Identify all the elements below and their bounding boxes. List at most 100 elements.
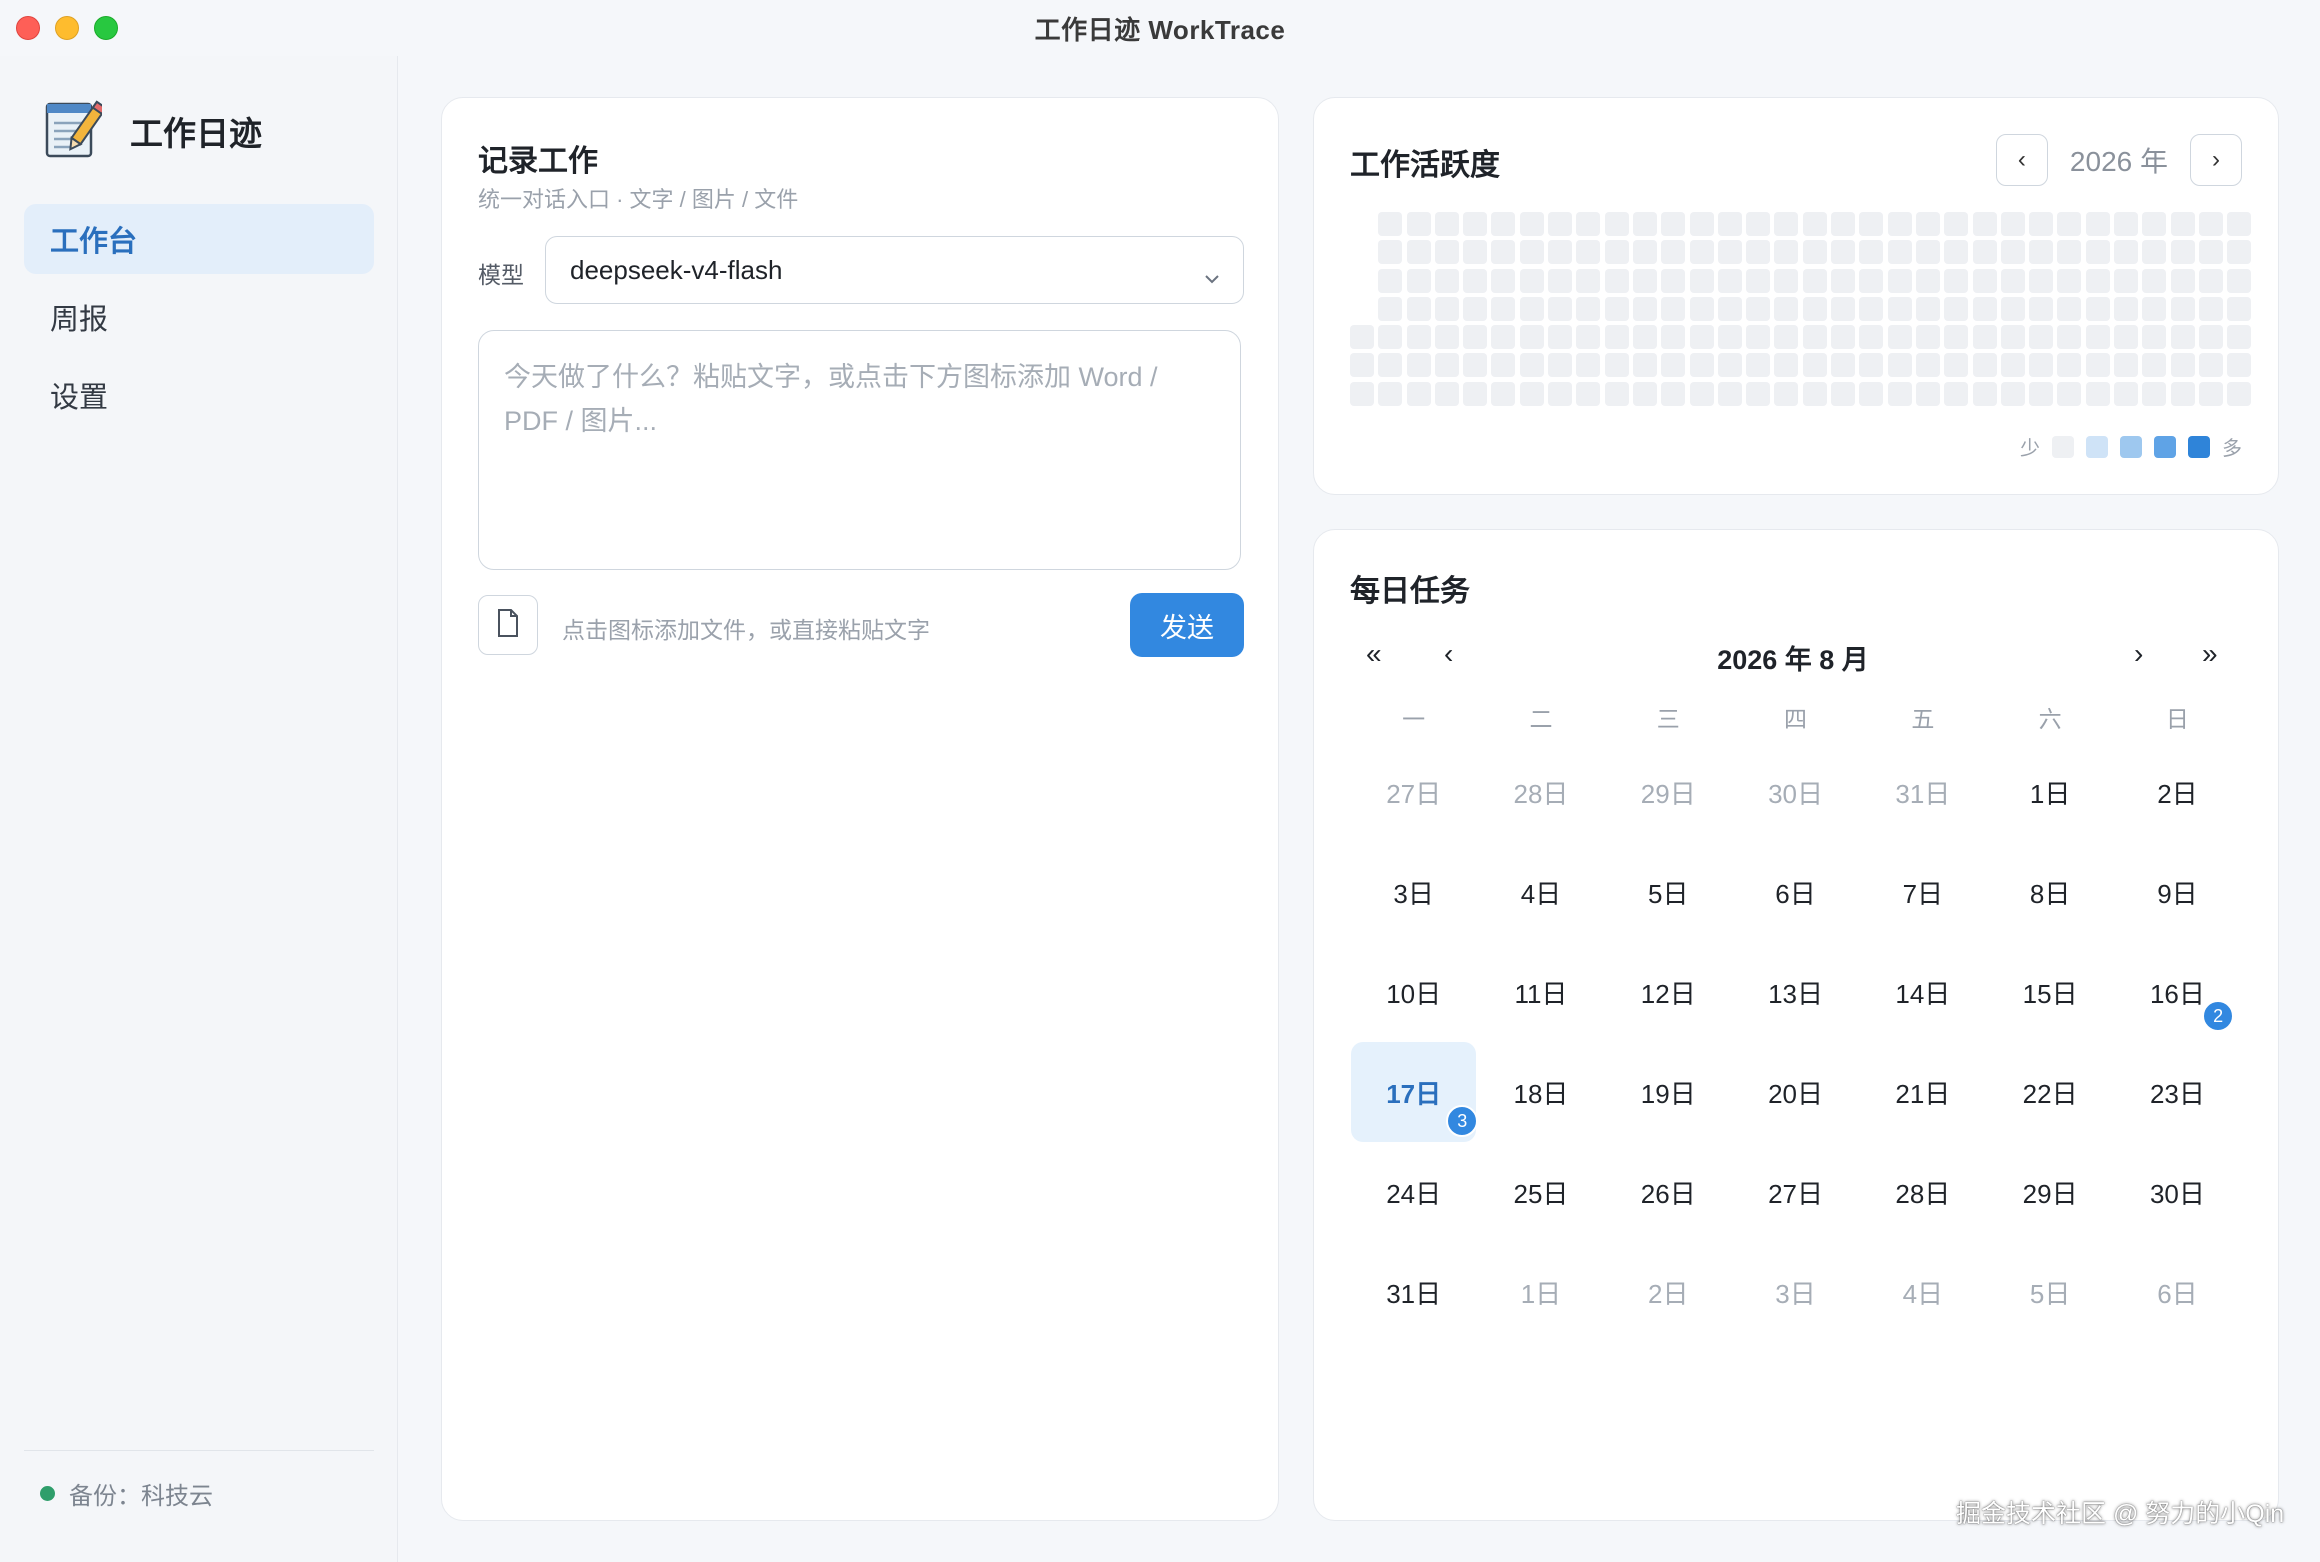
heatmap-cell[interactable] <box>1746 381 1771 406</box>
heatmap-cell[interactable] <box>2000 381 2025 406</box>
heatmap-cell[interactable] <box>1434 296 1459 321</box>
heatmap-cell[interactable] <box>1576 353 1601 378</box>
heatmap-cell[interactable] <box>1887 325 1912 350</box>
heatmap-cell[interactable] <box>1774 296 1799 321</box>
heatmap-cell[interactable] <box>2170 325 2195 350</box>
heatmap-cell[interactable] <box>2227 240 2252 265</box>
heatmap-cell[interactable] <box>1519 325 1544 350</box>
heatmap-cell[interactable] <box>1519 212 1544 236</box>
heatmap-cell[interactable] <box>1463 268 1488 293</box>
heatmap-cell[interactable] <box>1661 353 1686 378</box>
heatmap-cell[interactable] <box>1774 268 1799 293</box>
heatmap-cell[interactable] <box>1661 268 1686 293</box>
heatmap-cell[interactable] <box>1491 296 1516 321</box>
calendar-day[interactable]: 8日 <box>1987 842 2112 942</box>
heatmap-cell[interactable] <box>1802 381 1827 406</box>
heatmap-cell[interactable] <box>1434 381 1459 406</box>
calendar-day[interactable]: 9日 <box>2115 842 2240 942</box>
heatmap-cell[interactable] <box>2000 240 2025 265</box>
heatmap-cell[interactable] <box>2170 268 2195 293</box>
heatmap-cell[interactable] <box>1661 296 1686 321</box>
calendar-day[interactable]: 3日 <box>1351 842 1476 942</box>
next-year-double-chevron-icon[interactable]: » <box>2202 638 2218 670</box>
heatmap-cell[interactable] <box>2000 268 2025 293</box>
heatmap-cell[interactable] <box>2198 325 2223 350</box>
calendar-day[interactable]: 22日 <box>1987 1042 2112 1142</box>
heatmap-cell[interactable] <box>1972 325 1997 350</box>
calendar-day[interactable]: 30日 <box>1733 742 1858 842</box>
heatmap-cell[interactable] <box>1632 296 1657 321</box>
heatmap-cell[interactable] <box>1915 296 1940 321</box>
heatmap-cell[interactable] <box>2170 353 2195 378</box>
heatmap-cell[interactable] <box>2142 353 2167 378</box>
heatmap-cell[interactable] <box>2114 325 2139 350</box>
calendar-day[interactable]: 28日 <box>1860 1142 1985 1242</box>
heatmap-cell[interactable] <box>1944 325 1969 350</box>
calendar-day[interactable]: 2日 <box>1606 1242 1731 1342</box>
heatmap-cell[interactable] <box>1774 325 1799 350</box>
heatmap-cell[interactable] <box>1463 212 1488 236</box>
heatmap-cell[interactable] <box>1746 212 1771 236</box>
heatmap-cell[interactable] <box>1378 240 1403 265</box>
heatmap-cell[interactable] <box>1604 240 1629 265</box>
heatmap-cell[interactable] <box>1972 353 1997 378</box>
heatmap-cell[interactable] <box>2085 268 2110 293</box>
heatmap-cell[interactable] <box>1378 268 1403 293</box>
heatmap-cell[interactable] <box>1774 381 1799 406</box>
heatmap-cell[interactable] <box>2198 240 2223 265</box>
heatmap-cell[interactable] <box>1831 212 1856 236</box>
zoom-window-button[interactable] <box>94 16 118 40</box>
heatmap-cell[interactable] <box>2114 240 2139 265</box>
heatmap-cell[interactable] <box>1548 296 1573 321</box>
heatmap-cell[interactable] <box>1802 325 1827 350</box>
heatmap-cell[interactable] <box>1548 212 1573 236</box>
heatmap-cell[interactable] <box>2085 381 2110 406</box>
send-button[interactable]: 发送 <box>1130 593 1244 657</box>
heatmap-cell[interactable] <box>2198 268 2223 293</box>
heatmap-cell[interactable] <box>1378 212 1403 236</box>
heatmap-cell[interactable] <box>2142 212 2167 236</box>
heatmap-cell[interactable] <box>1491 353 1516 378</box>
heatmap-cell[interactable] <box>1887 212 1912 236</box>
heatmap-cell[interactable] <box>1689 296 1714 321</box>
heatmap-cell[interactable] <box>2057 212 2082 236</box>
heatmap-cell[interactable] <box>1576 381 1601 406</box>
heatmap-cell[interactable] <box>1604 381 1629 406</box>
calendar-day[interactable]: 7日 <box>1860 842 1985 942</box>
heatmap-cell[interactable] <box>1972 381 1997 406</box>
heatmap-cell[interactable] <box>1915 325 1940 350</box>
minimize-window-button[interactable] <box>55 16 79 40</box>
heatmap-cell[interactable] <box>2227 268 2252 293</box>
calendar-day[interactable]: 2日 <box>2115 742 2240 842</box>
calendar-day[interactable]: 15日 <box>1987 942 2112 1042</box>
heatmap-cell[interactable] <box>2029 381 2054 406</box>
calendar-day[interactable]: 11日 <box>1478 942 1603 1042</box>
heatmap-cell[interactable] <box>2057 325 2082 350</box>
heatmap-cell[interactable] <box>1831 268 1856 293</box>
heatmap-cell[interactable] <box>1746 240 1771 265</box>
heatmap-cell[interactable] <box>2000 296 2025 321</box>
heatmap-cell[interactable] <box>1831 353 1856 378</box>
heatmap-cell[interactable] <box>1519 381 1544 406</box>
heatmap-cell[interactable] <box>1463 325 1488 350</box>
heatmap-cell[interactable] <box>2142 268 2167 293</box>
heatmap-cell[interactable] <box>1802 212 1827 236</box>
heatmap-cell[interactable] <box>1463 296 1488 321</box>
heatmap-cell[interactable] <box>1915 240 1940 265</box>
heatmap-cell[interactable] <box>2227 381 2252 406</box>
prev-year-button[interactable]: ‹ <box>1995 134 2048 186</box>
heatmap-cell[interactable] <box>1915 212 1940 236</box>
heatmap-cell[interactable] <box>1972 296 1997 321</box>
heatmap-cell[interactable] <box>1944 353 1969 378</box>
heatmap-cell[interactable] <box>1548 381 1573 406</box>
sidebar-item-settings[interactable]: 设置 <box>24 360 374 430</box>
calendar-day[interactable]: 1日 <box>1987 742 2112 842</box>
heatmap-cell[interactable] <box>1519 268 1544 293</box>
heatmap-cell[interactable] <box>1434 268 1459 293</box>
heatmap-cell[interactable] <box>1746 353 1771 378</box>
heatmap-cell[interactable] <box>2029 240 2054 265</box>
calendar-day[interactable]: 6日 <box>1733 842 1858 942</box>
heatmap-cell[interactable] <box>2000 325 2025 350</box>
heatmap-cell[interactable] <box>2000 212 2025 236</box>
next-year-button[interactable]: › <box>2190 134 2242 186</box>
